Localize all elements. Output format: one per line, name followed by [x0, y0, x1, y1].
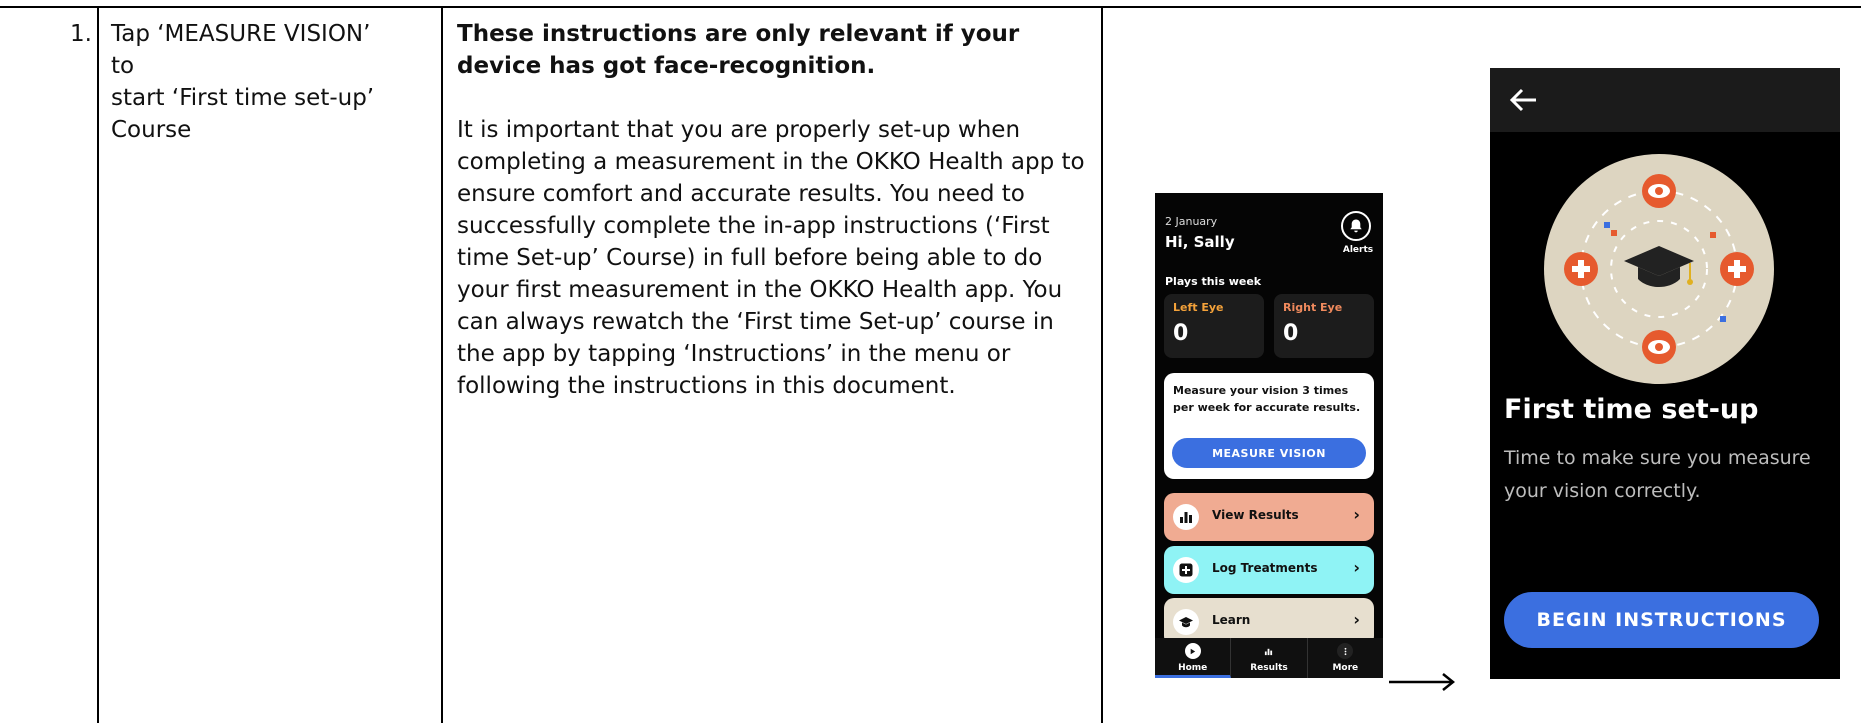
greeting: Hi, Sally: [1165, 233, 1235, 251]
description-bold: These instructions are only relevant if …: [457, 21, 1020, 79]
more-icon: [1337, 643, 1354, 659]
instruction-line: start ‘First time set-up’: [111, 85, 375, 111]
column-divider: [1101, 6, 1103, 723]
right-eye-label: Right Eye: [1283, 301, 1343, 314]
bar-chart-icon: [1173, 504, 1199, 530]
column-divider: [441, 6, 443, 723]
date-label: 2 January: [1165, 215, 1218, 228]
step-description: These instructions are only relevant if …: [457, 18, 1097, 402]
log-treatments-item[interactable]: Log Treatments ›: [1164, 546, 1374, 594]
graduation-cap-icon: [1173, 609, 1199, 635]
measure-card: Measure your vision 3 times per week for…: [1164, 373, 1374, 479]
menu-item-label: Learn: [1212, 613, 1251, 627]
view-results-item[interactable]: View Results ›: [1164, 493, 1374, 541]
instruction-line: Course: [111, 117, 192, 143]
instruction-line: Tap ‘MEASURE VISION’: [111, 21, 371, 47]
setup-title: First time set-up: [1504, 394, 1759, 425]
instruction-line: to: [111, 53, 135, 79]
measure-message: Measure your vision 3 times per week for…: [1173, 384, 1361, 414]
bottom-nav: Home Results More: [1155, 638, 1383, 678]
right-eye-card: Right Eye 0: [1274, 294, 1374, 358]
bar-chart-icon: [1261, 643, 1277, 659]
setup-subtitle: Time to make sure you measure your visio…: [1504, 447, 1811, 502]
left-eye-value: 0: [1173, 321, 1189, 346]
column-divider: [97, 6, 99, 723]
back-arrow-icon[interactable]: [1508, 86, 1538, 114]
menu-item-label: Log Treatments: [1212, 561, 1318, 575]
nav-results[interactable]: Results: [1231, 638, 1308, 678]
nav-home[interactable]: Home: [1155, 638, 1232, 678]
nav-label: More: [1332, 663, 1359, 673]
step-instruction: Tap ‘MEASURE VISION’ to start ‘First tim…: [111, 18, 441, 146]
chevron-right-icon: ›: [1353, 610, 1360, 629]
begin-instructions-button[interactable]: BEGIN INSTRUCTIONS: [1504, 592, 1819, 648]
alerts-label: Alerts: [1342, 245, 1374, 255]
description-body: It is important that you are properly se…: [457, 117, 1085, 399]
play-icon: [1184, 643, 1201, 659]
plus-box-icon: [1173, 557, 1199, 583]
right-eye-value: 0: [1283, 321, 1299, 346]
chevron-right-icon: ›: [1353, 505, 1360, 524]
plays-label: Plays this week: [1165, 275, 1262, 288]
nav-more[interactable]: More: [1308, 638, 1383, 678]
step-number: 1.: [70, 21, 92, 47]
nav-label: Home: [1178, 663, 1208, 673]
menu-item-label: View Results: [1212, 508, 1299, 522]
measure-vision-button[interactable]: MEASURE VISION: [1172, 438, 1366, 468]
bell-icon[interactable]: [1341, 211, 1371, 241]
home-screen-screenshot: 2 January Hi, Sally Alerts Plays this we…: [1155, 193, 1383, 678]
chevron-right-icon: ›: [1353, 558, 1360, 577]
top-bar: [1490, 68, 1840, 132]
arrow-right-icon: [1389, 673, 1456, 691]
nav-label: Results: [1250, 663, 1288, 673]
setup-illustration: [1544, 154, 1774, 384]
setup-screen-screenshot: First time set-up Time to make sure you …: [1490, 68, 1840, 679]
left-eye-label: Left Eye: [1173, 301, 1224, 314]
left-eye-card: Left Eye 0: [1164, 294, 1264, 358]
